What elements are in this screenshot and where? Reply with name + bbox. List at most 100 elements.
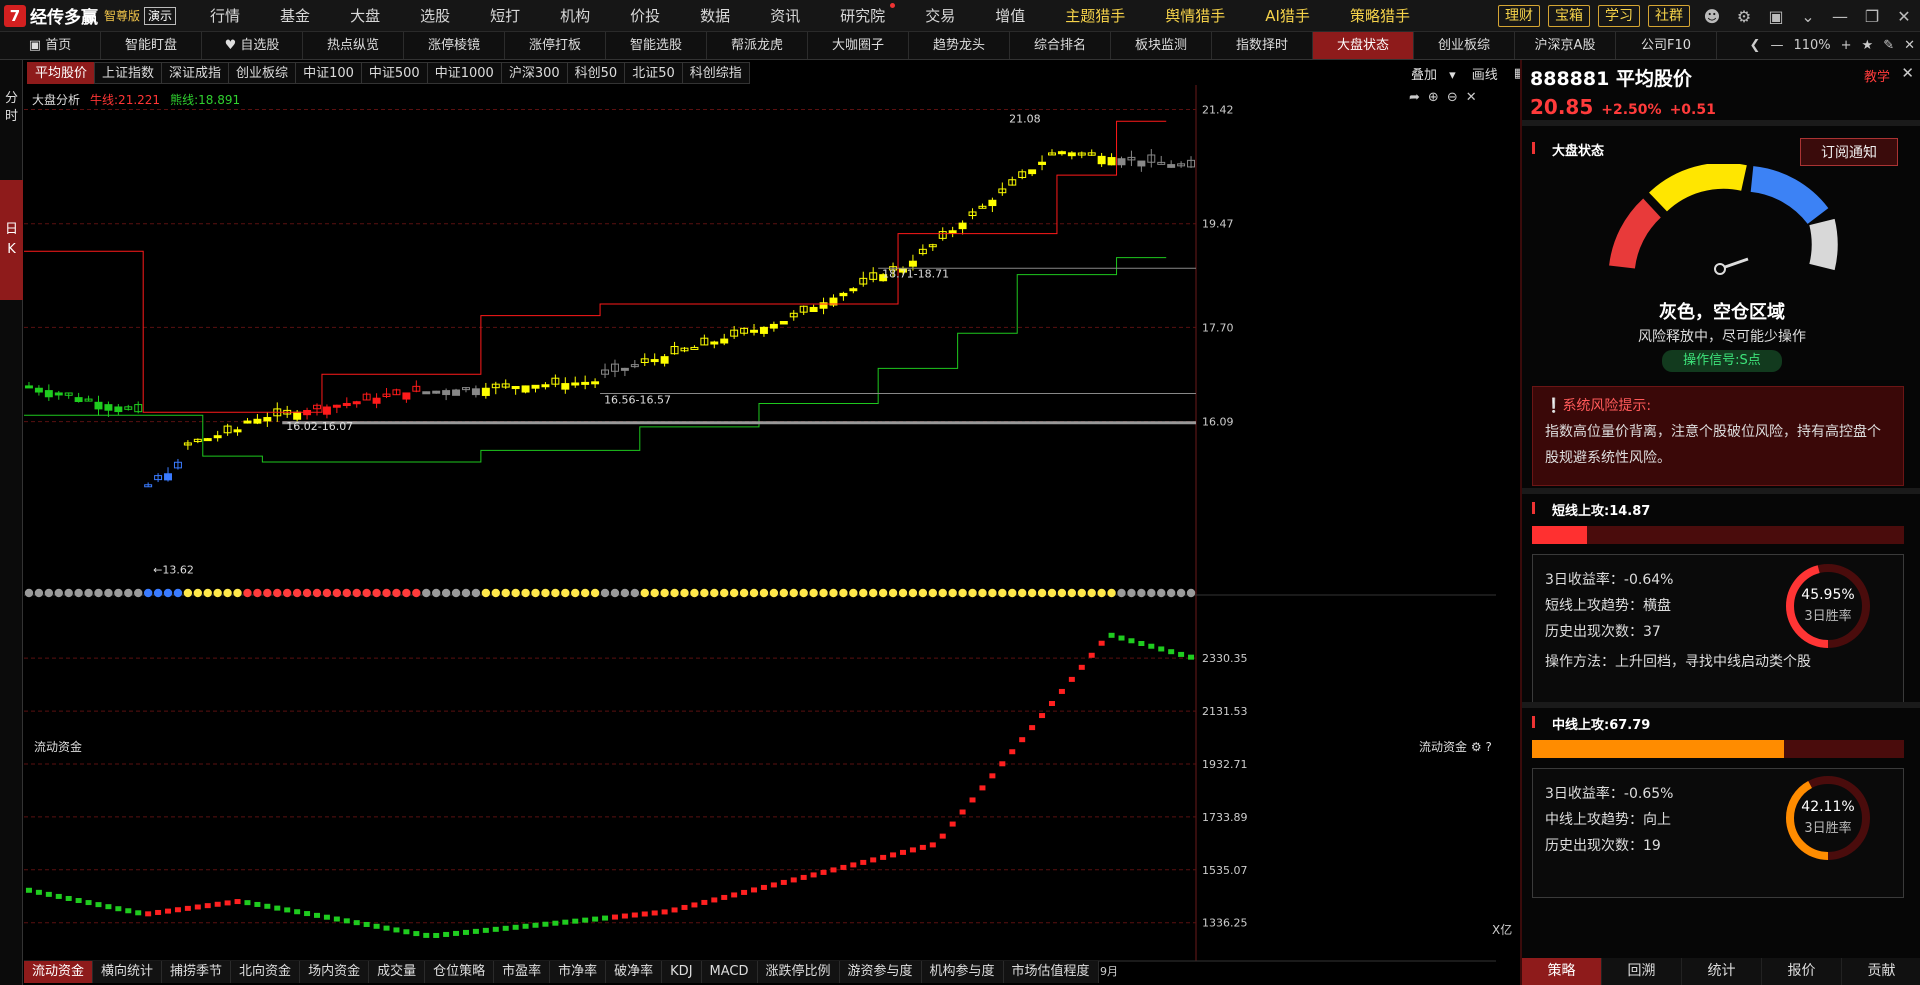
top-right-button[interactable]: 社群	[1648, 5, 1690, 27]
index-tab[interactable]: 科创50	[566, 62, 626, 84]
user-icon[interactable]: ☻	[1696, 7, 1728, 26]
indicator-tab[interactable]: 横向统计	[93, 961, 163, 983]
menu-item[interactable]: AI猎手	[1245, 5, 1330, 26]
menu-item[interactable]: 增值	[975, 5, 1045, 26]
menu-item[interactable]: 大盘	[330, 5, 400, 26]
menu-item[interactable]: 舆情猎手	[1145, 5, 1245, 26]
menu-item[interactable]: 策略猎手	[1330, 5, 1430, 26]
function-tab[interactable]: 大咖圈子	[808, 32, 909, 59]
menu-item[interactable]: 基金	[260, 5, 330, 26]
index-tab[interactable]: 中证500	[360, 62, 428, 84]
gear-icon[interactable]: ⚙	[1728, 7, 1760, 26]
edit-icon[interactable]: ✎	[1878, 38, 1899, 53]
add-icon[interactable]: ⊕	[1428, 90, 1439, 105]
indicator-tab[interactable]: KDJ	[662, 961, 702, 983]
indicator-tab[interactable]: 市场估值程度	[1003, 961, 1099, 983]
indicator-tab[interactable]: 北向资金	[231, 961, 301, 983]
menu-item[interactable]: 短打	[470, 5, 540, 26]
index-tab[interactable]: 沪深300	[500, 62, 568, 84]
help-icon[interactable]: ?	[1485, 740, 1491, 754]
function-tab[interactable]: 帮派龙虎	[707, 32, 808, 59]
subscribe-button[interactable]: 订阅通知	[1800, 138, 1898, 166]
overlay-button[interactable]: 叠加 ▾	[1395, 64, 1464, 83]
chevron-down-icon[interactable]: ⌄	[1792, 7, 1824, 26]
function-tab[interactable]: 智能盯盘	[101, 32, 202, 59]
indicator-tab[interactable]: 市盈率	[494, 961, 551, 983]
menu-item[interactable]: 主题猎手	[1045, 5, 1145, 26]
menu-item[interactable]: 研究院	[820, 3, 905, 26]
index-tab[interactable]: 中证100	[295, 62, 362, 84]
menu-item[interactable]: 资讯	[750, 5, 820, 26]
period-intraday[interactable]: 分 时	[0, 60, 23, 126]
function-tab[interactable]: 趋势龙头	[909, 32, 1010, 59]
close-icon[interactable]: ✕	[1888, 7, 1920, 26]
flow-bar	[1158, 646, 1165, 652]
index-tab[interactable]: 科创综指	[681, 62, 750, 84]
restore-icon[interactable]: ❐	[1856, 7, 1888, 26]
back-icon[interactable]: ❮	[1745, 38, 1766, 53]
function-tab[interactable]: 公司F10	[1616, 32, 1717, 59]
layout-icon[interactable]: ▣	[1760, 7, 1792, 26]
function-tab[interactable]: 热点纵览	[303, 32, 404, 59]
index-tab[interactable]: 深证成指	[161, 62, 230, 84]
menu-item[interactable]: 交易	[905, 5, 975, 26]
panel-tab[interactable]: 策略	[1522, 958, 1602, 985]
panel-tab[interactable]: 贡献	[1842, 958, 1920, 985]
top-right-button[interactable]: 宝箱	[1548, 5, 1590, 27]
function-tab[interactable]: 板块监测	[1111, 32, 1212, 59]
function-tab[interactable]: ▣ 首页	[0, 32, 101, 59]
menu-item[interactable]: 数据	[680, 5, 750, 26]
function-tab[interactable]: 综合排名	[1010, 32, 1111, 59]
index-tab[interactable]: 上证指数	[94, 62, 163, 84]
share-icon[interactable]: ➦	[1409, 90, 1420, 105]
close-tab-icon[interactable]: ✕	[1899, 38, 1920, 53]
function-tab[interactable]: ♥ 自选股	[202, 32, 303, 59]
indicator-tab[interactable]: 成交量	[369, 961, 426, 983]
sub-chart-gear-icon[interactable]: ⚙	[1471, 740, 1482, 754]
function-tab[interactable]: 大盘状态	[1313, 32, 1414, 59]
indicator-tab[interactable]: 场内资金	[300, 961, 370, 983]
close-chart-icon[interactable]: ✕	[1466, 90, 1477, 105]
top-right-button[interactable]: 学习	[1598, 5, 1640, 27]
menu-item[interactable]: 选股	[400, 5, 470, 26]
menu-item[interactable]: 机构	[540, 5, 610, 26]
function-tab[interactable]: 指数择时	[1212, 32, 1313, 59]
indicator-tab[interactable]: 仓位策略	[425, 961, 495, 983]
indicator-tab[interactable]: 涨跌停比例	[757, 961, 840, 983]
function-tab[interactable]: 创业板综	[1414, 32, 1515, 59]
panel-tab[interactable]: 报价	[1762, 958, 1842, 985]
indicator-tab[interactable]: 破净率	[606, 961, 663, 983]
period-daily[interactable]: 日 K	[0, 180, 23, 300]
panel-tab[interactable]: 回溯	[1602, 958, 1682, 985]
indicator-tab[interactable]: 流动资金	[24, 961, 94, 983]
top-right-button[interactable]: 理财	[1498, 5, 1540, 27]
indicator-tab[interactable]: 市净率	[550, 961, 607, 983]
demo-badge[interactable]: 演示	[144, 6, 177, 25]
main-chart[interactable]: 21.42 19.47 17.70 16.09 21.08 18.71-18.71 16.5…	[24, 85, 1520, 979]
indicator-tab[interactable]: 机构参与度	[921, 961, 1004, 983]
index-tab[interactable]: 北证50	[624, 62, 683, 84]
indicator-tab[interactable]: MACD	[701, 961, 758, 983]
panel-tab[interactable]: 统计	[1682, 958, 1762, 985]
zoom-in-icon[interactable]: +	[1836, 38, 1857, 53]
function-tab[interactable]: 沪深京A股	[1515, 32, 1616, 59]
tutorial-link[interactable]: 教学	[1864, 66, 1890, 85]
index-tab[interactable]: 创业板综	[228, 62, 297, 84]
chart-canvas[interactable]: 21.42 19.47 17.70 16.09 21.08 18.71-18.71 16.5…	[24, 85, 1520, 979]
menu-item[interactable]: 价投	[610, 5, 680, 26]
chart-icons: ➦ ⊕ ⊖ ✕	[1409, 90, 1477, 105]
panel-close-icon[interactable]: ✕	[1901, 64, 1914, 82]
function-tab[interactable]: 智能选股	[606, 32, 707, 59]
function-tab[interactable]: 涨停打板	[505, 32, 606, 59]
indicator-tab[interactable]: 游资参与度	[839, 961, 922, 983]
function-tab[interactable]: 涨停棱镜	[404, 32, 505, 59]
draw-line-button[interactable]: 画线	[1464, 64, 1506, 83]
index-tab[interactable]: 中证1000	[426, 62, 502, 84]
indicator-tab[interactable]: 捕捞季节	[162, 961, 232, 983]
index-tab[interactable]: 平均股价	[27, 62, 96, 84]
menu-item[interactable]: 行情	[190, 5, 260, 26]
pin-icon[interactable]: ★	[1857, 38, 1879, 53]
remove-icon[interactable]: ⊖	[1447, 90, 1458, 105]
zoom-out-icon[interactable]: —	[1765, 38, 1788, 53]
minimize-icon[interactable]: —	[1824, 7, 1856, 26]
